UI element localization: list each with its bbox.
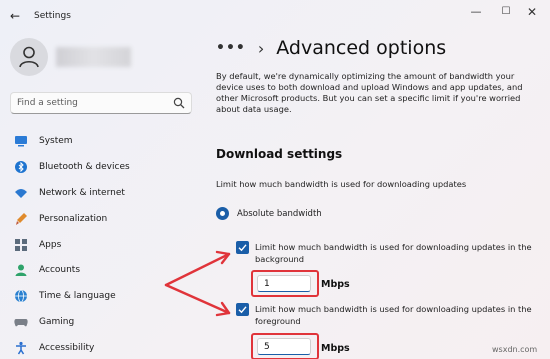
sidebar-item-label: Bluetooth & devices <box>39 161 130 172</box>
wifi-icon <box>15 188 27 198</box>
page-title: Advanced options <box>276 37 447 59</box>
checkbox-label: Limit how much bandwidth is used for dow… <box>255 304 532 326</box>
globe-icon <box>15 289 27 303</box>
page-description: By default, we're dynamically optimizing… <box>216 71 523 114</box>
checkbox-label: Limit how much bandwidth is used for dow… <box>255 242 532 264</box>
radio-label: Absolute bandwidth <box>237 208 322 219</box>
mbps-unit-label: Mbps <box>321 343 350 354</box>
gaming-icon <box>14 319 28 327</box>
sidebar-item-label: Accounts <box>39 265 81 276</box>
accounts-icon <box>15 264 27 277</box>
blurred-user-name <box>56 47 131 67</box>
breadcrumb-more-button[interactable]: ••• <box>216 40 246 56</box>
sidebar-item-gaming[interactable]: Gaming <box>10 309 200 335</box>
absolute-bandwidth-radio[interactable] <box>216 207 229 220</box>
sidebar-nav: System Bluetooth & devices Network & int… <box>10 128 200 359</box>
sidebar-item-label: Network & internet <box>39 187 125 198</box>
avatar <box>10 38 48 76</box>
close-button[interactable]: ✕ <box>522 4 542 20</box>
sidebar-item-label: Apps <box>39 239 62 250</box>
sidebar-item-label: Personalization <box>39 213 108 224</box>
background-limit-checkbox[interactable] <box>236 241 249 254</box>
maximize-button[interactable]: ☐ <box>496 4 516 20</box>
title-bar: ← Settings — ☐ ✕ <box>0 0 550 32</box>
sidebar-item-label: Accessibility <box>39 343 95 354</box>
breadcrumb: ••• › Advanced options <box>216 37 446 59</box>
checkmark-icon <box>238 244 247 252</box>
bluetooth-icon <box>15 160 27 173</box>
annotation-arrowhead-lower <box>215 301 231 317</box>
sidebar-item-system[interactable]: System <box>10 128 200 154</box>
chevron-right-icon: › <box>257 38 265 58</box>
section-title: Download settings <box>216 147 343 161</box>
sidebar-item-label: System <box>39 136 73 146</box>
checkmark-icon <box>238 306 247 314</box>
background-mbps-input[interactable] <box>257 275 311 292</box>
mbps-unit-label: Mbps <box>321 279 350 290</box>
search-box[interactable] <box>10 92 192 114</box>
absolute-bandwidth-option[interactable]: Absolute bandwidth <box>216 207 322 220</box>
apps-icon <box>15 238 27 251</box>
highlight-box <box>251 333 319 359</box>
limit-description: Limit how much bandwidth is used for dow… <box>216 179 467 189</box>
minimize-button[interactable]: — <box>466 4 486 20</box>
watermark: wsxdn.com <box>492 345 538 354</box>
foreground-limit-checkbox[interactable] <box>236 303 249 316</box>
user-icon <box>19 46 39 68</box>
highlight-box <box>251 270 319 297</box>
sidebar-item-accounts[interactable]: Accounts <box>10 257 200 283</box>
annotation-arrowhead-upper <box>215 250 231 265</box>
brush-icon <box>16 212 27 225</box>
search-input[interactable] <box>17 96 167 110</box>
app-title: Settings <box>34 11 71 21</box>
sidebar-item-bluetooth[interactable]: Bluetooth & devices <box>10 154 200 180</box>
sidebar-item-apps[interactable]: Apps <box>10 232 200 258</box>
sidebar-item-personalization[interactable]: Personalization <box>10 206 200 232</box>
accessibility-icon <box>16 342 26 355</box>
sidebar-item-network[interactable]: Network & internet <box>10 180 200 206</box>
sidebar-item-time-language[interactable]: Time & language <box>10 283 200 309</box>
sidebar-item-accessibility[interactable]: Accessibility <box>10 335 200 359</box>
sidebar-item-label: Gaming <box>39 317 75 328</box>
back-arrow-icon[interactable]: ← <box>10 9 20 23</box>
settings-window: ← Settings — ☐ ✕ System <box>0 0 550 359</box>
system-icon <box>15 136 27 147</box>
search-icon[interactable] <box>173 97 185 109</box>
foreground-mbps-input[interactable] <box>257 338 311 355</box>
sidebar-item-label: Time & language <box>39 291 116 302</box>
